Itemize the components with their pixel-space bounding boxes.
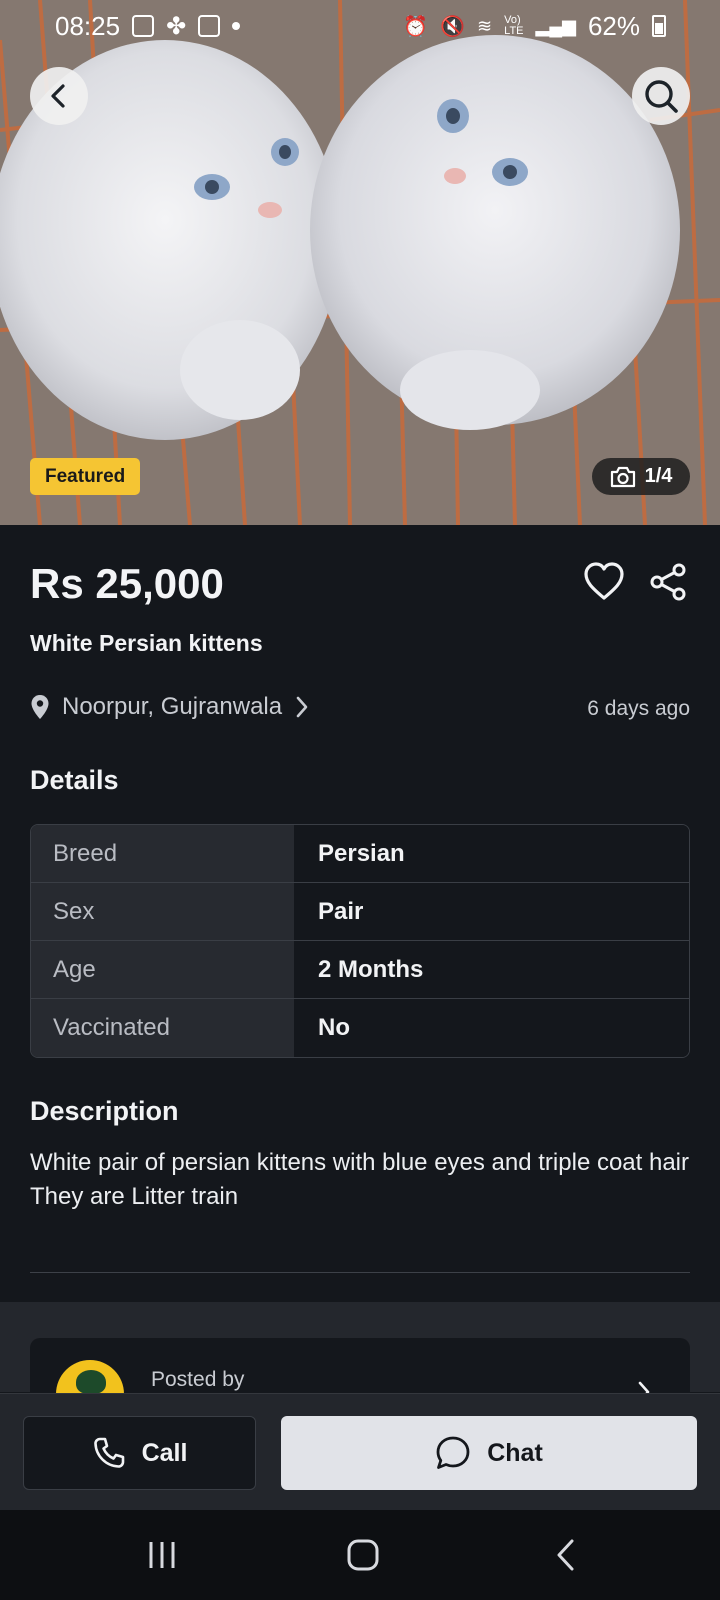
image-counter: 1/4: [592, 458, 690, 495]
battery-percentage: 62%: [587, 10, 640, 41]
status-bar: 08:25 ✤ ⏰ 🔇 ≋ Vo) LTE ▂▄▆ 62%: [0, 0, 720, 52]
chevron-left-icon: [51, 84, 65, 108]
description-line: White pair of persian kittens with blue …: [30, 1149, 690, 1176]
kittens-photo-illustration: [0, 0, 720, 525]
volte-icon: Vo) LTE: [504, 14, 524, 37]
back-button[interactable]: [30, 67, 88, 125]
listing-title: White Persian kittens: [30, 630, 263, 656]
featured-badge: Featured: [30, 458, 141, 495]
details-heading: Details: [30, 765, 119, 795]
chat-bubble-icon: [436, 1436, 470, 1469]
details-row-breed: Breed Persian: [31, 825, 689, 883]
location-text: Noorpur, Gujranwala: [62, 693, 283, 720]
alarm-icon: ⏰: [403, 15, 429, 38]
call-button-label: Call: [141, 1438, 188, 1467]
details-value: Pair: [294, 883, 689, 940]
mute-icon: 🔇: [440, 15, 466, 38]
details-value: 2 Months: [294, 941, 689, 998]
details-row-vaccinated: Vaccinated No: [31, 999, 689, 1057]
search-button[interactable]: [632, 67, 690, 125]
listing-photo[interactable]: [0, 0, 720, 525]
details-key: Sex: [31, 883, 294, 940]
details-key: Age: [31, 941, 294, 998]
share-button[interactable]: [648, 562, 688, 602]
camera-icon: [610, 466, 635, 487]
details-key: Vaccinated: [31, 999, 294, 1057]
heart-icon: [584, 562, 624, 600]
details-row-age: Age 2 Months: [31, 941, 689, 999]
call-button[interactable]: Call: [23, 1416, 256, 1490]
search-icon: [645, 80, 678, 113]
description-heading: Description: [30, 1096, 179, 1126]
location-pin-icon: [31, 695, 49, 719]
system-back-button[interactable]: [536, 1530, 596, 1580]
home-icon: [347, 1539, 379, 1571]
description-text: White pair of persian kittens with blue …: [30, 1146, 690, 1214]
posted-by-label: Posted by: [151, 1368, 245, 1391]
recent-apps-icon: [149, 1542, 175, 1568]
location-link[interactable]: Noorpur, Gujranwala: [30, 693, 310, 721]
details-key: Breed: [31, 825, 294, 882]
details-value: No: [294, 999, 689, 1057]
details-row-sex: Sex Pair: [31, 883, 689, 941]
system-navigation-bar: [0, 1510, 720, 1600]
share-icon: [650, 563, 686, 601]
battery-icon: [652, 15, 666, 37]
facebook-notification-icon: [198, 15, 221, 37]
pinwheel-notification-icon: ✤: [166, 12, 187, 40]
home-button[interactable]: [333, 1530, 393, 1580]
back-arrow-icon: [557, 1539, 574, 1571]
details-table: Breed Persian Sex Pair Age 2 Months Vacc…: [30, 824, 690, 1058]
gallery-notification-icon: [132, 15, 155, 37]
favorite-button[interactable]: [582, 560, 626, 604]
status-time: 08:25: [55, 10, 121, 41]
recent-apps-button[interactable]: [132, 1530, 192, 1580]
details-value: Persian: [294, 825, 689, 882]
wifi-icon: ≋: [477, 15, 493, 36]
chat-button-label: Chat: [487, 1438, 543, 1467]
posted-time: 6 days ago: [587, 697, 690, 720]
chat-button[interactable]: Chat: [281, 1416, 697, 1490]
phone-icon: [93, 1437, 124, 1468]
image-counter-text: 1/4: [644, 465, 673, 487]
description-line: They are Litter train: [30, 1183, 239, 1210]
divider: [30, 1272, 690, 1273]
listing-price: Rs 25,000: [30, 560, 224, 607]
signal-icon: ▂▄▆: [535, 15, 576, 36]
chevron-right-icon: [296, 696, 308, 718]
more-notifications-icon: [232, 22, 241, 30]
